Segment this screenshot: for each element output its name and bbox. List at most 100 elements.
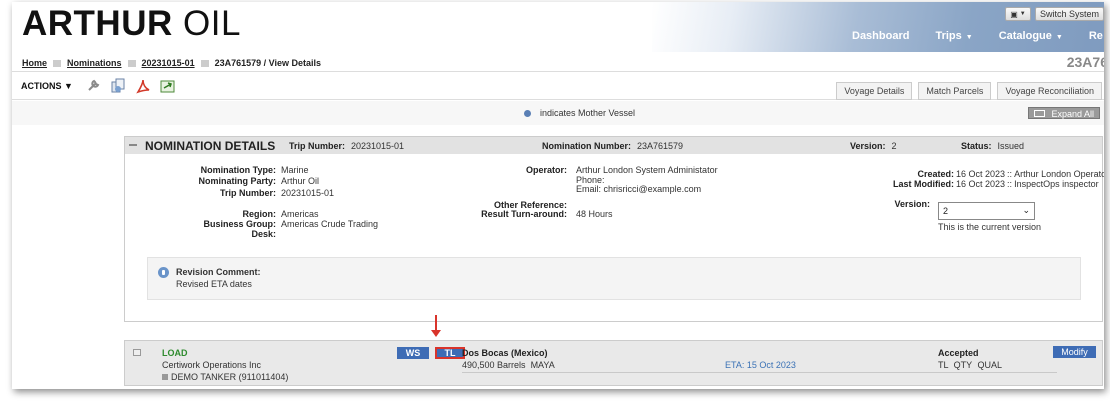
logo-bold-text: ARTHUR [22, 4, 173, 43]
page-title: 23A76 [1066, 54, 1104, 70]
revision-comment-box: Revision Comment: Revised ETA dates [147, 257, 1081, 300]
breadcrumb-current: 23A761579 / View Details [214, 58, 321, 68]
header-status-label: Status: [961, 141, 992, 151]
nominating-party-value: Arthur Oil [281, 176, 320, 186]
created-value: 16 Oct 2023:: Arthur London Operator [956, 169, 1104, 179]
chevron-down-icon: ⌄ [1022, 205, 1030, 215]
load-company: Certiwork Operations Inc [162, 360, 262, 370]
header-version-label: Version: [850, 141, 886, 151]
chevron-down-icon: ▼ [1019, 11, 1026, 17]
version-select-label: Version: [894, 199, 930, 209]
header-status: Status: Issued [961, 141, 1024, 151]
header-nomination-number-value: 23A761579 [637, 141, 684, 151]
last-modified-by: InspectOps inspector [1014, 179, 1099, 189]
operator-value: Arthur London System Administator [576, 165, 718, 175]
version-select-value: 2 [943, 206, 949, 216]
last-modified-label: Last Modified: [893, 179, 954, 189]
breadcrumb: Home Nominations 20231015-01 23A761579 /… [12, 52, 1104, 72]
expand-icon [1034, 110, 1045, 117]
operator-email: Email: chrisricci@example.com [576, 184, 702, 194]
nav-catalogue[interactable]: Catalogue ▼ [999, 30, 1063, 42]
tl-badge[interactable]: TL [435, 347, 465, 359]
breadcrumb-separator [127, 59, 136, 67]
system-menu-button[interactable]: ▣ ▼ [1004, 7, 1031, 21]
collapse-icon[interactable] [129, 144, 137, 146]
header-version-value: 2 [891, 141, 897, 151]
top-nav: Dashboard Trips ▼ Catalogue ▼ Re [852, 30, 1104, 42]
breadcrumb-separator [53, 59, 62, 67]
tools-icon[interactable] [85, 78, 101, 94]
created-date: 16 Oct 2023 [956, 169, 1006, 179]
nav-reports[interactable]: Re [1089, 30, 1103, 42]
load-grade: MAYA [530, 360, 555, 370]
load-quantity-value: 490,500 Barrels [462, 360, 526, 370]
header-trip-number-value: 20231015-01 [351, 141, 405, 151]
trip-number-label: Trip Number: [219, 188, 276, 198]
nomination-details-title: NOMINATION DETAILS [145, 139, 276, 153]
breadcrumb-separator [200, 59, 209, 67]
nomination-type-value: Marine [281, 165, 309, 175]
modify-button[interactable]: Modify [1053, 346, 1096, 358]
load-eta[interactable]: ETA: 15 Oct 2023 [725, 360, 796, 370]
version-select[interactable]: 2 ⌄ [938, 202, 1035, 220]
load-row: LOAD Certiwork Operations Inc DEMO TANKE… [124, 340, 1103, 386]
load-quantity: 490,500 Barrels MAYA [462, 360, 555, 370]
header-trip-number-label: Trip Number: [289, 141, 346, 151]
expand-icon[interactable] [133, 349, 141, 356]
nav-catalogue-label: Catalogue [998, 30, 1052, 42]
header-status-value: Issued [997, 141, 1025, 151]
logo[interactable]: ARTHUR OIL [22, 4, 241, 44]
copy-document-icon[interactable] [110, 78, 126, 94]
version-note: This is the current version [938, 222, 1042, 232]
created-by: Arthur London Operator [1014, 169, 1104, 179]
ws-badge[interactable]: WS [397, 347, 429, 359]
mother-vessel-legend: indicates Mother Vessel [540, 108, 636, 118]
breadcrumb-items: Home Nominations 20231015-01 23A761579 /… [22, 58, 321, 68]
breadcrumb-home[interactable]: Home [22, 58, 47, 68]
colon-separator: :: [1007, 179, 1013, 189]
breadcrumb-nominations[interactable]: Nominations [67, 58, 122, 68]
export-icon[interactable] [160, 78, 176, 94]
result-turnaround-label: Result Turn-around: [481, 209, 567, 219]
app-window: ARTHUR OIL ▣ ▼ Switch System Dashboard Tr… [12, 2, 1104, 389]
header-nomination-number: Nomination Number: 23A761579 [542, 141, 683, 151]
revision-comment-text: Revised ETA dates [176, 279, 252, 289]
pdf-icon[interactable] [135, 78, 151, 94]
nav-dashboard-label: Dashboard [852, 30, 910, 42]
expand-all-label: Expand All [1051, 109, 1094, 119]
nav-dashboard[interactable]: Dashboard [852, 30, 909, 42]
load-port: Dos Bocas (Mexico) [462, 348, 548, 358]
revision-comment-title: Revision Comment: [176, 267, 261, 277]
nav-trips[interactable]: Trips ▼ [935, 30, 972, 42]
last-modified-value: 16 Oct 2023:: InspectOps inspector [956, 179, 1099, 189]
load-vessel-name: DEMO TANKER (911011404) [171, 372, 289, 382]
trip-number-value: 20231015-01 [281, 188, 335, 198]
header-version: Version: 2 [850, 141, 897, 151]
breadcrumb-trip[interactable]: 20231015-01 [142, 58, 195, 68]
actions-menu[interactable]: ACTIONS ▼ [21, 81, 73, 91]
business-group-label: Business Group: [203, 219, 276, 229]
mother-vessel-icon [524, 110, 531, 117]
header-trip-number: Trip Number: 20231015-01 [289, 141, 404, 151]
actions-bar: ACTIONS ▼ Voyage Details Match Parcels V… [12, 73, 1104, 100]
region-label: Region: [242, 209, 277, 219]
last-modified-date: 16 Oct 2023 [956, 179, 1006, 189]
view-tabs: Voyage Details Match Parcels Voyage Reco… [836, 82, 1102, 100]
tab-voyage-details[interactable]: Voyage Details [836, 82, 913, 100]
annotation-arrow-icon [431, 330, 441, 337]
desk-label: Desk: [251, 229, 276, 239]
vessel-icon [162, 374, 168, 380]
load-flags: TL QTY QUAL [938, 360, 1003, 370]
nomination-type-label: Nomination Type: [200, 165, 276, 175]
result-turnaround-value: 48 Hours [576, 209, 613, 219]
expand-all-button[interactable]: Expand All [1028, 107, 1100, 119]
tab-voyage-reconciliation[interactable]: Voyage Reconciliation [997, 82, 1102, 100]
tab-match-parcels[interactable]: Match Parcels [918, 82, 992, 100]
actions-label: ACTIONS [21, 81, 62, 91]
top-buttons: ▣ ▼ Switch System [1004, 7, 1104, 21]
action-icons [85, 78, 176, 94]
legend-row: indicates Mother Vessel Expand All [12, 101, 1104, 125]
nav-trips-label: Trips [935, 30, 962, 42]
switch-system-button[interactable]: Switch System [1034, 7, 1104, 21]
load-type: LOAD [162, 348, 188, 358]
